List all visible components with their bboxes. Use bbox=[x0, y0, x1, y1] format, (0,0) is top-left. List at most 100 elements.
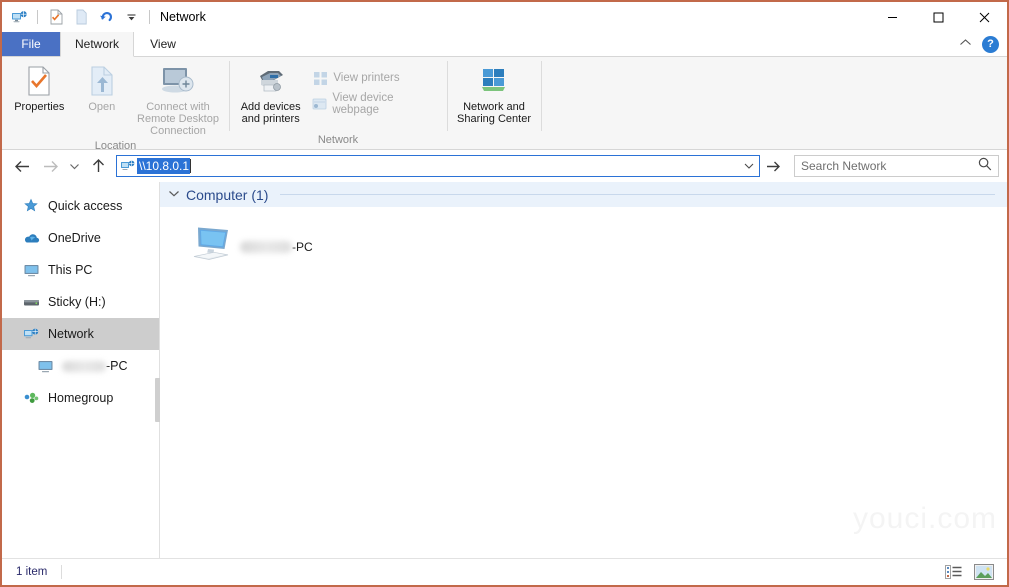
sidebar-item-quick-access[interactable]: Quick access bbox=[2, 190, 159, 222]
page-icon[interactable] bbox=[70, 6, 92, 28]
network-small-buttons: View printers View device webpage bbox=[306, 61, 441, 119]
items-area: -PC bbox=[160, 207, 1007, 274]
connect-remote-desktop-label: Connect with Remote Desktop Connection bbox=[137, 101, 219, 137]
ribbon-group-sharing-label bbox=[447, 131, 541, 149]
drive-icon bbox=[22, 293, 40, 311]
content-pane: Computer (1) -PC youci.com bbox=[160, 182, 1007, 558]
watermark: youci.com bbox=[852, 502, 997, 535]
open-button[interactable]: Open bbox=[71, 61, 134, 116]
add-devices-and-printers-button[interactable]: Add devices and printers bbox=[235, 61, 306, 128]
network-icon bbox=[119, 159, 137, 174]
window-title: Network bbox=[160, 10, 206, 24]
star-icon bbox=[22, 197, 40, 215]
properties-label: Properties bbox=[14, 101, 65, 113]
large-icons-view-icon[interactable] bbox=[973, 562, 995, 582]
view-device-webpage-button[interactable]: View device webpage bbox=[306, 89, 441, 119]
list-item[interactable]: -PC bbox=[182, 219, 319, 274]
ribbon-empty-area bbox=[541, 57, 1007, 149]
redacted-hostname bbox=[62, 360, 106, 372]
search-input[interactable] bbox=[801, 159, 978, 173]
view-printers-icon bbox=[312, 70, 328, 86]
properties-icon bbox=[23, 64, 55, 98]
back-button[interactable] bbox=[8, 153, 36, 179]
network-icon bbox=[22, 325, 40, 343]
title-bar: Network bbox=[2, 2, 1007, 32]
tab-network[interactable]: Network bbox=[60, 32, 135, 57]
sidebar-item-label: Network bbox=[48, 327, 94, 341]
list-item-label-redacted: -PC bbox=[240, 240, 313, 254]
help-icon[interactable]: ? bbox=[982, 35, 999, 53]
status-separator bbox=[61, 565, 63, 579]
search-box[interactable] bbox=[794, 155, 999, 177]
group-header-computer[interactable]: Computer (1) bbox=[160, 182, 1007, 207]
sidebar-item-network-pc[interactable]: -PC bbox=[2, 350, 159, 382]
collapse-ribbon-icon[interactable] bbox=[959, 38, 972, 50]
quick-access-toolbar bbox=[8, 6, 154, 28]
navigation-pane: Quick access OneDrive This PC Sticky (H:… bbox=[2, 182, 159, 558]
monitor-icon bbox=[22, 261, 40, 279]
minimize-button[interactable] bbox=[869, 2, 915, 32]
details-view-icon[interactable] bbox=[943, 562, 965, 582]
sidebar-item-sticky-h[interactable]: Sticky (H:) bbox=[2, 286, 159, 318]
chevron-down-icon[interactable] bbox=[120, 6, 142, 28]
explorer-body: Quick access OneDrive This PC Sticky (H:… bbox=[2, 182, 1007, 558]
sidebar-item-label: Sticky (H:) bbox=[48, 295, 106, 309]
text-caret bbox=[190, 159, 192, 173]
maximize-button[interactable] bbox=[915, 2, 961, 32]
network-and-sharing-center-button[interactable]: Network and Sharing Center bbox=[453, 61, 535, 128]
network-icon[interactable] bbox=[8, 6, 30, 28]
address-input[interactable]: \\10.8.0.1 bbox=[116, 155, 760, 177]
tab-file[interactable]: File bbox=[2, 32, 60, 56]
sidebar-item-label: Homegroup bbox=[48, 391, 114, 405]
webpage-icon bbox=[312, 96, 327, 112]
sidebar-item-label: This PC bbox=[48, 263, 93, 277]
undo-icon[interactable] bbox=[95, 6, 117, 28]
list-item-label: -PC bbox=[292, 239, 313, 254]
sidebar-item-onedrive[interactable]: OneDrive bbox=[2, 222, 159, 254]
sidebar-item-this-pc[interactable]: This PC bbox=[2, 254, 159, 286]
address-bar-row: \\10.8.0.1 bbox=[2, 150, 1007, 182]
connect-remote-desktop-button[interactable]: Connect with Remote Desktop Connection bbox=[133, 61, 223, 140]
forward-button[interactable] bbox=[36, 153, 64, 179]
open-icon bbox=[87, 64, 117, 98]
sidebar-item-homegroup[interactable]: Homegroup bbox=[2, 382, 159, 414]
toolbar-separator bbox=[37, 10, 38, 24]
recent-locations-button[interactable] bbox=[64, 153, 84, 179]
printer-icon bbox=[253, 64, 289, 98]
status-item-count: 1 item bbox=[16, 566, 48, 578]
chevron-down-icon[interactable] bbox=[168, 189, 180, 201]
up-button[interactable] bbox=[84, 153, 112, 179]
add-devices-and-printers-label: Add devices and printers bbox=[240, 101, 301, 125]
address-value: \\10.8.0.1 bbox=[137, 158, 191, 174]
open-label: Open bbox=[88, 101, 116, 113]
group-rule bbox=[280, 194, 995, 195]
tab-view[interactable]: View bbox=[134, 32, 192, 56]
go-button[interactable] bbox=[762, 155, 784, 177]
sidebar-item-label-redacted: -PC bbox=[62, 359, 128, 373]
ribbon-group-location: Properties Open Connect with Remote Desk… bbox=[2, 57, 229, 152]
properties-button[interactable]: Properties bbox=[8, 61, 71, 116]
view-device-webpage-label: View device webpage bbox=[332, 92, 394, 116]
monitor-icon bbox=[36, 357, 54, 375]
sidebar-item-network[interactable]: Network bbox=[2, 318, 159, 350]
address-dropdown-icon[interactable] bbox=[741, 156, 757, 176]
sidebar-item-label: Quick access bbox=[48, 199, 123, 213]
close-button[interactable] bbox=[961, 2, 1007, 32]
remote-desktop-icon bbox=[159, 64, 197, 98]
ribbon-group-network-label: Network bbox=[317, 134, 359, 146]
view-printers-label: View printers bbox=[333, 72, 400, 84]
ribbon-group-sharing: Network and Sharing Center bbox=[447, 57, 541, 149]
ribbon-tab-strip: File Network View ? bbox=[2, 32, 1007, 57]
ribbon-group-location-label: Location bbox=[94, 140, 137, 152]
sidebar-item-label: OneDrive bbox=[48, 231, 101, 245]
redacted-hostname bbox=[240, 240, 292, 253]
ribbon-group-network: Add devices and printers View printers V… bbox=[229, 57, 447, 149]
view-printers-button[interactable]: View printers bbox=[306, 67, 441, 89]
file-explorer-window: Network File Network View ? Properties O… bbox=[0, 0, 1009, 587]
toolbar-separator-2 bbox=[149, 10, 150, 24]
properties-icon[interactable] bbox=[45, 6, 67, 28]
search-icon[interactable] bbox=[978, 157, 992, 176]
network-sharing-icon bbox=[477, 64, 511, 98]
computer-icon bbox=[188, 223, 234, 270]
sidebar-item-label: -PC bbox=[106, 359, 128, 373]
